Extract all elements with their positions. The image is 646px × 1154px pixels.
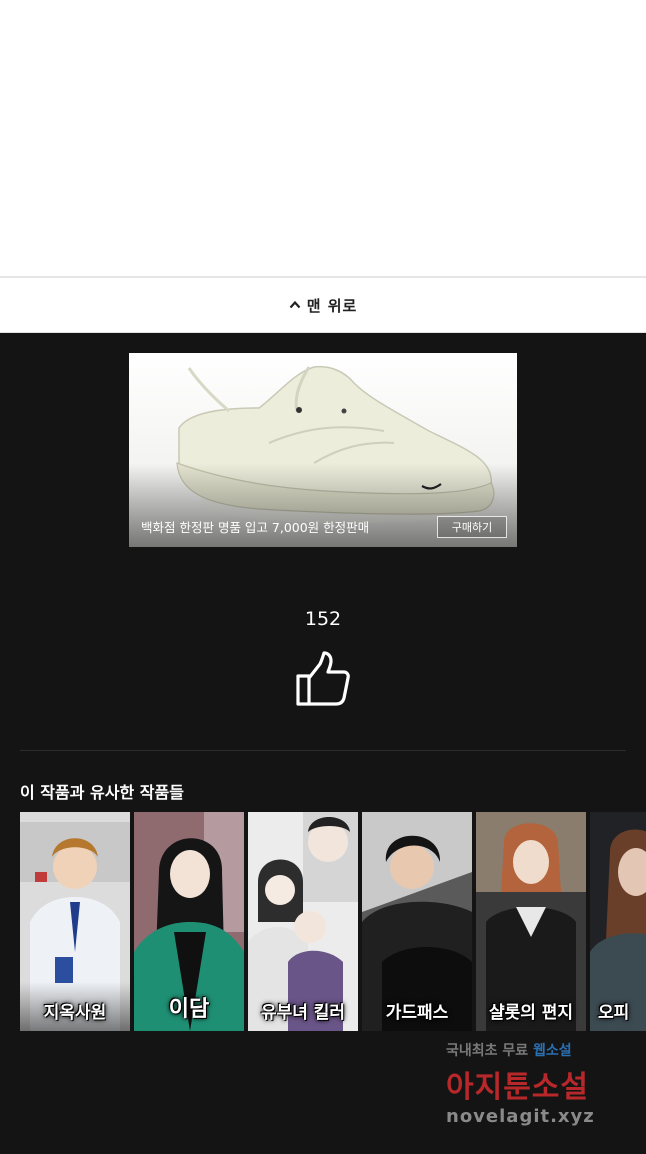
buy-button[interactable]: 구매하기 <box>437 516 507 538</box>
section-divider <box>20 750 626 751</box>
thumbs-up-icon[interactable] <box>293 650 353 710</box>
watermark-brand: 아지툰소설 <box>446 1070 589 1105</box>
work-title: 샬롯의 편지 <box>488 1003 574 1023</box>
watermark-tagline-prefix: 국내최초 무료 <box>446 1043 534 1059</box>
similar-work-card[interactable]: 가드패스 <box>362 812 472 1031</box>
work-title: 가드패스 <box>385 1003 449 1023</box>
similar-work-card[interactable]: 오피 <box>590 812 646 1031</box>
watermark-tagline: 국내최초 무료 웹소설 <box>446 1040 626 1060</box>
work-title: 이담 <box>168 997 210 1022</box>
site-watermark: 국내최초 무료 웹소설 아지툰소설 novelagit.xyz <box>446 1040 626 1127</box>
similar-work-card[interactable]: 유부녀 킬러 <box>248 812 358 1031</box>
watermark-tagline-accent: 웹소설 <box>533 1043 572 1059</box>
similar-works-title: 이 작품과 유사한 작품들 <box>20 783 184 802</box>
chevron-up-icon <box>289 300 301 309</box>
similar-works-carousel[interactable]: 지옥사원 이담 유부녀 킬러 가드패스 샬롯의 편지 오피 <box>20 812 646 1032</box>
like-count: 152 <box>304 608 342 630</box>
top-blank-area <box>0 0 646 276</box>
watermark-url: novelagit.xyz <box>446 1106 595 1127</box>
work-title: 지옥사원 <box>43 1003 107 1023</box>
back-to-top-label: 맨 위로 <box>306 296 358 315</box>
ad-caption: 백화점 한정판 명품 입고 7,000원 한정판매 <box>141 520 370 535</box>
similar-work-card[interactable]: 샬롯의 편지 <box>476 812 586 1031</box>
similar-work-card[interactable]: 이담 <box>134 812 244 1031</box>
similar-work-card[interactable]: 지옥사원 <box>20 812 130 1031</box>
work-title: 유부녀 킬러 <box>260 1003 346 1023</box>
ad-banner[interactable]: 백화점 한정판 명품 입고 7,000원 한정판매 구매하기 <box>129 353 517 547</box>
back-to-top-button[interactable]: 맨 위로 <box>0 278 646 333</box>
work-title: 오피 <box>598 1003 630 1023</box>
